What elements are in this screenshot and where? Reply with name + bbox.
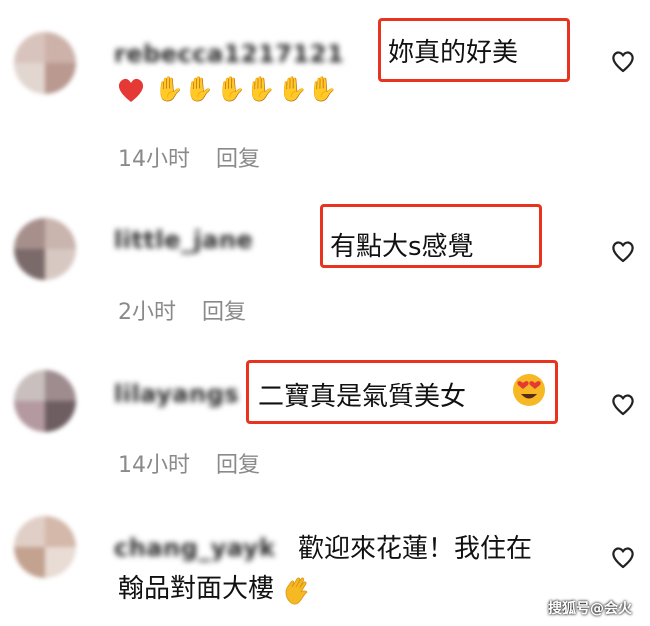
avatar[interactable]	[14, 516, 76, 578]
avatar[interactable]	[14, 370, 76, 432]
avatar[interactable]	[14, 32, 76, 94]
heart-outline-icon[interactable]	[610, 48, 636, 74]
heart-outline-icon[interactable]	[610, 391, 636, 417]
highlight-box	[320, 204, 542, 268]
red-heart-emoji	[118, 78, 144, 102]
comment-meta: 14小时 回复	[118, 447, 260, 479]
username[interactable]: lilayangs	[114, 380, 239, 408]
highlight-box	[246, 360, 558, 424]
heart-outline-icon[interactable]	[610, 544, 636, 570]
comment-text: 歡迎來花蓮！我住在	[298, 534, 533, 564]
reply-button[interactable]: 回复	[216, 147, 260, 172]
raising-hands-emoji: ✋✋	[216, 75, 276, 103]
timestamp: 14小时	[118, 147, 190, 172]
reply-button[interactable]: 回复	[202, 300, 246, 325]
watermark: 搜狐号@会火	[548, 601, 632, 617]
timestamp: 2小时	[118, 300, 176, 325]
avatar[interactable]	[14, 218, 76, 280]
username[interactable]: chang_yayk	[114, 534, 275, 562]
username[interactable]: little_jane	[114, 226, 253, 254]
highlight-box	[378, 18, 570, 82]
comment-text-continued: 翰品對面大樓	[118, 574, 275, 604]
comment-text-line2: 翰品對面大樓	[118, 568, 314, 606]
raising-hands-emoji: ✋✋	[277, 75, 338, 103]
comment-meta: 2小时 回复	[118, 294, 246, 326]
reply-button[interactable]: 回复	[216, 453, 260, 478]
heart-outline-icon[interactable]	[610, 238, 636, 264]
emoji-row: ✋✋✋✋✋✋	[116, 74, 340, 104]
comment-meta: 14小时 回复	[118, 141, 260, 173]
username[interactable]: rebecca1217121	[114, 40, 344, 68]
waving-hand-emoji	[285, 577, 308, 604]
raising-hands-emoji: ✋✋	[154, 75, 215, 103]
timestamp: 14小时	[118, 453, 190, 478]
